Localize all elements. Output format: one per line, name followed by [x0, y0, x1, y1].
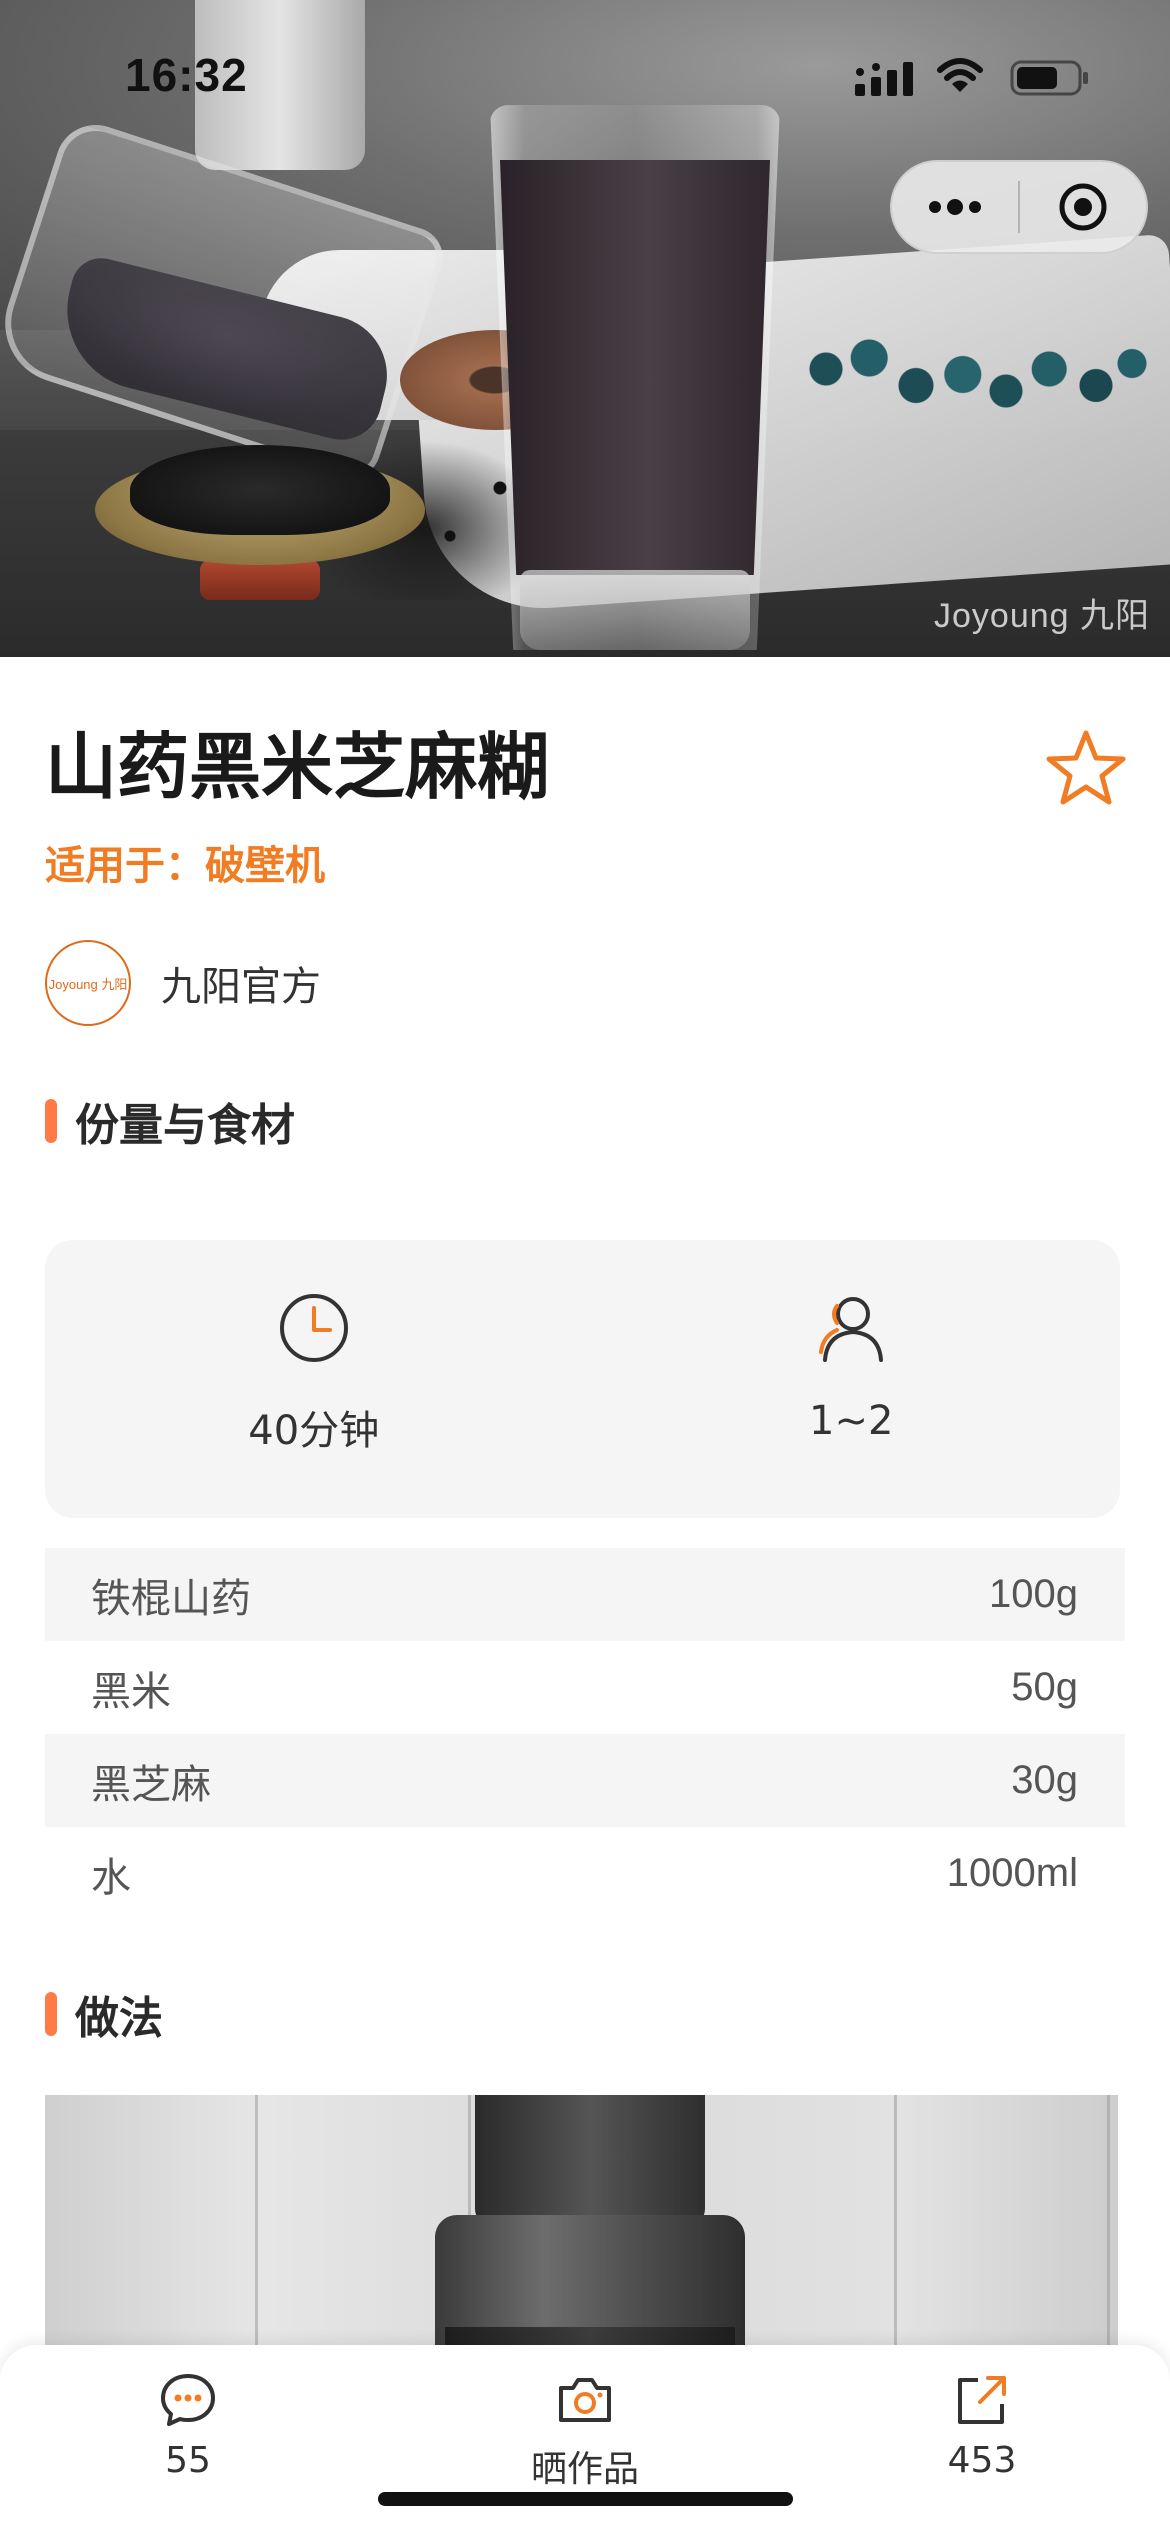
avatar: Joyoung 九阳 — [45, 940, 131, 1026]
info-card: 40分钟 1~2 — [45, 1240, 1120, 1518]
ingredient-qty: 30g — [1011, 1758, 1078, 1802]
hero-glass-base — [520, 570, 750, 650]
hero-bowl-foot — [200, 560, 320, 600]
section-marker — [45, 1099, 57, 1143]
shares-count: 453 — [947, 2440, 1017, 2481]
status-time: 16:32 — [125, 49, 248, 101]
wifi-icon — [937, 58, 983, 92]
battery-icon — [1010, 60, 1088, 96]
home-indicator — [378, 2492, 793, 2506]
section-title: 做法 — [75, 1993, 163, 2044]
table-row: 水 1000ml — [45, 1827, 1125, 1920]
miniprogram-capsule — [890, 160, 1148, 254]
servings-value: 1~2 — [809, 1398, 894, 1444]
person-icon — [819, 1297, 884, 1362]
comments-count: 55 — [165, 2440, 211, 2481]
ingredient-qty: 50g — [1011, 1665, 1078, 1709]
status-bar: 16:32 — [0, 0, 1170, 150]
comment-icon — [161, 2374, 215, 2426]
cook-time: 40分钟 — [45, 1240, 583, 1518]
ingredients-table: 铁棍山药 100g 黑米 50g 黑芝麻 30g 水 1000ml — [45, 1548, 1125, 1920]
ingredient-name: 黑米 — [91, 1668, 171, 1715]
ingredient-name: 铁棍山药 — [91, 1575, 251, 1622]
author[interactable]: Joyoung 九阳 九阳官方 — [45, 940, 321, 1026]
more-button[interactable] — [892, 162, 1018, 252]
section-header-method: 做法 — [45, 1988, 163, 2044]
ingredient-qty: 1000ml — [946, 1851, 1078, 1895]
close-button[interactable] — [1020, 162, 1146, 252]
comments-button[interactable]: 55 — [88, 2370, 288, 2481]
more-icon — [929, 199, 981, 215]
applies-to: 适用于：破壁机 — [45, 843, 325, 889]
close-target-icon — [1059, 183, 1107, 231]
table-row: 黑米 50g — [45, 1641, 1125, 1734]
servings: 1~2 — [583, 1240, 1121, 1518]
star-icon[interactable] — [1045, 728, 1127, 808]
signal-icon — [855, 62, 913, 96]
step-image-blender-lid — [475, 2095, 705, 2225]
ingredient-name: 黑芝麻 — [91, 1761, 211, 1808]
camera-icon — [559, 2378, 611, 2422]
table-row: 黑芝麻 30g — [45, 1734, 1125, 1827]
section-header-ingredients: 份量与食材 — [45, 1095, 295, 1151]
clock-icon — [279, 1294, 348, 1362]
share-works-button[interactable]: 晒作品 — [485, 2370, 685, 2492]
ingredient-qty: 100g — [989, 1572, 1078, 1616]
share-works-label: 晒作品 — [530, 2449, 639, 2490]
hero-leaves — [790, 325, 1150, 435]
recipe-title: 山药黑米芝麻糊 — [45, 725, 550, 809]
section-title: 份量与食材 — [75, 1100, 295, 1151]
table-row: 铁棍山药 100g — [45, 1548, 1125, 1641]
share-icon — [958, 2376, 1006, 2424]
hero-sesame — [130, 445, 390, 535]
hero-drink — [500, 160, 770, 575]
hero-watermark: Joyoung 九阳 — [934, 597, 1150, 635]
section-marker — [45, 1992, 57, 2036]
ingredient-name: 水 — [91, 1854, 131, 1901]
author-name: 九阳官方 — [161, 964, 321, 1010]
cook-time-value: 40分钟 — [248, 1408, 380, 1454]
share-button[interactable]: 453 — [882, 2370, 1082, 2481]
